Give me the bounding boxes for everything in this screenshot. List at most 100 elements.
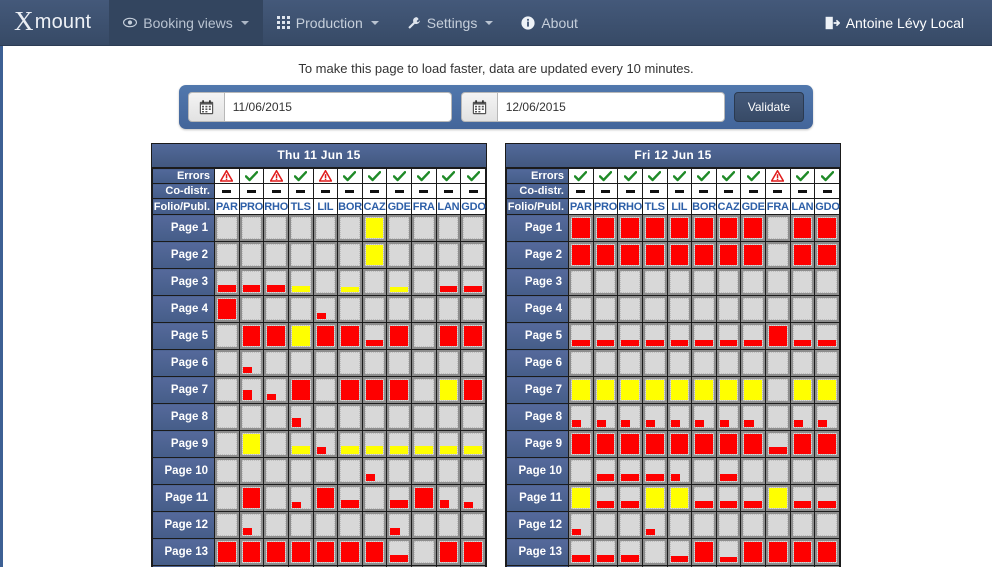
booking-cell-pro-r5[interactable]: [592, 322, 619, 350]
booking-cell-lil-r13[interactable]: [312, 538, 339, 566]
booking-cell-lil-r1[interactable]: [312, 214, 339, 242]
column-code-caz[interactable]: CAZ: [361, 198, 388, 215]
column-code-lan[interactable]: LAN: [435, 198, 462, 215]
booking-cell-tls-r1[interactable]: [641, 214, 668, 242]
booking-cell-lil-r3[interactable]: [312, 268, 339, 296]
booking-cell-bor-r8[interactable]: [337, 403, 363, 431]
calendar-icon[interactable]: [460, 92, 497, 122]
booking-cell-gde-r8[interactable]: [740, 403, 766, 431]
booking-cell-bor-r9[interactable]: [691, 430, 717, 458]
booking-cell-gde-r3[interactable]: [386, 268, 412, 296]
booking-cell-caz-r1[interactable]: [361, 214, 388, 242]
page-row-label[interactable]: Page 11: [506, 484, 569, 512]
booking-cell-gde-r3[interactable]: [740, 268, 766, 296]
booking-cell-caz-r12[interactable]: [361, 511, 388, 539]
brand-logo[interactable]: Xmount: [0, 0, 109, 45]
column-code-gdo[interactable]: GDO: [814, 198, 840, 215]
booking-cell-tls-r8[interactable]: [641, 403, 668, 431]
date-to-input[interactable]: [496, 92, 725, 122]
booking-cell-pro-r3[interactable]: [592, 268, 619, 296]
codistr-tls[interactable]: [641, 183, 668, 199]
booking-cell-par-r8[interactable]: [568, 403, 594, 431]
column-code-gde[interactable]: GDE: [740, 198, 766, 215]
booking-cell-lan-r7[interactable]: [789, 376, 816, 404]
booking-cell-rho-r12[interactable]: [263, 511, 289, 539]
column-code-bor[interactable]: BOR: [691, 198, 717, 215]
booking-cell-fra-r3[interactable]: [765, 268, 791, 296]
booking-cell-tls-r6[interactable]: [287, 349, 314, 377]
nav-about[interactable]: About: [507, 0, 592, 45]
error-status-gde[interactable]: [740, 168, 766, 184]
booking-cell-lil-r9[interactable]: [666, 430, 693, 458]
page-row-label[interactable]: Page 1: [152, 214, 215, 242]
booking-cell-gdo-r10[interactable]: [814, 457, 840, 485]
booking-cell-gde-r5[interactable]: [740, 322, 766, 350]
booking-cell-gdo-r13[interactable]: [814, 538, 840, 566]
booking-cell-tls-r5[interactable]: [287, 322, 314, 350]
page-row-label[interactable]: Page 1: [506, 214, 569, 242]
booking-cell-lan-r8[interactable]: [789, 403, 816, 431]
booking-cell-tls-r1[interactable]: [287, 214, 314, 242]
booking-cell-gdo-r8[interactable]: [460, 403, 486, 431]
booking-cell-tls-r3[interactable]: [287, 268, 314, 296]
column-code-bor[interactable]: BOR: [337, 198, 363, 215]
booking-cell-caz-r10[interactable]: [715, 457, 742, 485]
booking-cell-lil-r2[interactable]: [312, 241, 339, 269]
booking-cell-lan-r4[interactable]: [435, 295, 462, 323]
booking-cell-pro-r6[interactable]: [238, 349, 265, 377]
booking-cell-tls-r11[interactable]: [287, 484, 314, 512]
codistr-pro[interactable]: [592, 183, 619, 199]
codistr-rho[interactable]: [617, 183, 643, 199]
error-status-pro[interactable]: [238, 168, 265, 184]
column-code-tls[interactable]: TLS: [287, 198, 314, 215]
booking-cell-par-r9[interactable]: [568, 430, 594, 458]
booking-cell-bor-r6[interactable]: [691, 349, 717, 377]
codistr-gdo[interactable]: [814, 183, 840, 199]
booking-cell-fra-r4[interactable]: [411, 295, 437, 323]
booking-cell-bor-r7[interactable]: [691, 376, 717, 404]
page-row-label[interactable]: Page 12: [152, 511, 215, 539]
booking-cell-lan-r10[interactable]: [435, 457, 462, 485]
error-status-lan[interactable]: [789, 168, 816, 184]
booking-cell-tls-r8[interactable]: [287, 403, 314, 431]
booking-cell-bor-r12[interactable]: [337, 511, 363, 539]
error-status-lan[interactable]: [435, 168, 462, 184]
page-row-label[interactable]: Page 7: [152, 376, 215, 404]
booking-cell-caz-r12[interactable]: [715, 511, 742, 539]
booking-cell-lan-r6[interactable]: [789, 349, 816, 377]
booking-cell-caz-r2[interactable]: [361, 241, 388, 269]
booking-cell-bor-r3[interactable]: [337, 268, 363, 296]
booking-cell-tls-r10[interactable]: [287, 457, 314, 485]
column-code-caz[interactable]: CAZ: [715, 198, 742, 215]
booking-cell-lan-r13[interactable]: [789, 538, 816, 566]
column-code-par[interactable]: PAR: [214, 198, 240, 215]
booking-cell-fra-r7[interactable]: [765, 376, 791, 404]
booking-cell-lil-r7[interactable]: [312, 376, 339, 404]
page-row-label[interactable]: Page 13: [506, 538, 569, 566]
booking-cell-gde-r10[interactable]: [740, 457, 766, 485]
codistr-par[interactable]: [568, 183, 594, 199]
booking-cell-pro-r7[interactable]: [238, 376, 265, 404]
booking-cell-caz-r11[interactable]: [361, 484, 388, 512]
booking-cell-rho-r1[interactable]: [617, 214, 643, 242]
codistr-bor[interactable]: [691, 183, 717, 199]
booking-cell-lan-r11[interactable]: [435, 484, 462, 512]
booking-cell-lil-r2[interactable]: [666, 241, 693, 269]
booking-cell-tls-r7[interactable]: [287, 376, 314, 404]
booking-cell-bor-r13[interactable]: [691, 538, 717, 566]
booking-cell-fra-r11[interactable]: [411, 484, 437, 512]
booking-cell-gde-r4[interactable]: [386, 295, 412, 323]
booking-cell-lan-r5[interactable]: [435, 322, 462, 350]
codistr-gdo[interactable]: [460, 183, 486, 199]
booking-cell-caz-r9[interactable]: [715, 430, 742, 458]
booking-cell-gdo-r2[interactable]: [814, 241, 840, 269]
booking-cell-bor-r5[interactable]: [337, 322, 363, 350]
booking-cell-rho-r11[interactable]: [617, 484, 643, 512]
booking-cell-bor-r13[interactable]: [337, 538, 363, 566]
booking-cell-par-r10[interactable]: [214, 457, 240, 485]
codistr-rho[interactable]: [263, 183, 289, 199]
booking-cell-rho-r13[interactable]: [263, 538, 289, 566]
booking-cell-caz-r8[interactable]: [361, 403, 388, 431]
booking-cell-bor-r4[interactable]: [337, 295, 363, 323]
booking-cell-fra-r6[interactable]: [765, 349, 791, 377]
